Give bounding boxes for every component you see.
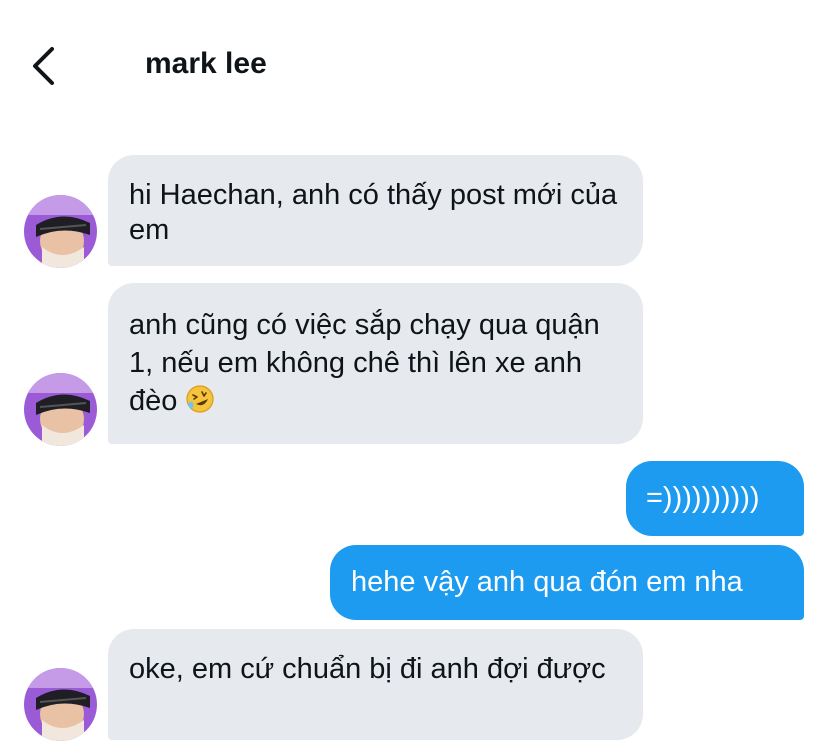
chevron-left-icon	[33, 47, 54, 85]
message-bubble-incoming[interactable]: anh cũng có việc sắp chạy qua quận 1, nế…	[108, 283, 643, 444]
back-button[interactable]	[26, 44, 66, 88]
avatar[interactable]	[24, 668, 97, 741]
avatar[interactable]	[24, 195, 97, 268]
conversation-header: mark lee	[0, 0, 826, 120]
message-text: =))))))))))	[646, 482, 760, 514]
rolling-on-floor-laughing-icon	[186, 385, 215, 413]
message-bubble-outgoing[interactable]: =))))))))))	[626, 461, 804, 536]
avatar[interactable]	[24, 373, 97, 446]
contact-name: mark lee	[145, 47, 267, 80]
message-bubble-outgoing[interactable]: hehe vậy anh qua đón em nha	[330, 545, 804, 620]
message-text: hi Haechan, anh có thấy post mới của em	[129, 179, 618, 246]
message-text: oke, em cứ chuẩn bị đi anh đợi được	[129, 653, 606, 685]
message-text: hehe vậy anh qua đón em nha	[351, 566, 743, 598]
message-bubble-incoming[interactable]: oke, em cứ chuẩn bị đi anh đợi được	[108, 629, 643, 740]
message-bubble-incoming[interactable]: hi Haechan, anh có thấy post mới của em	[108, 155, 643, 266]
